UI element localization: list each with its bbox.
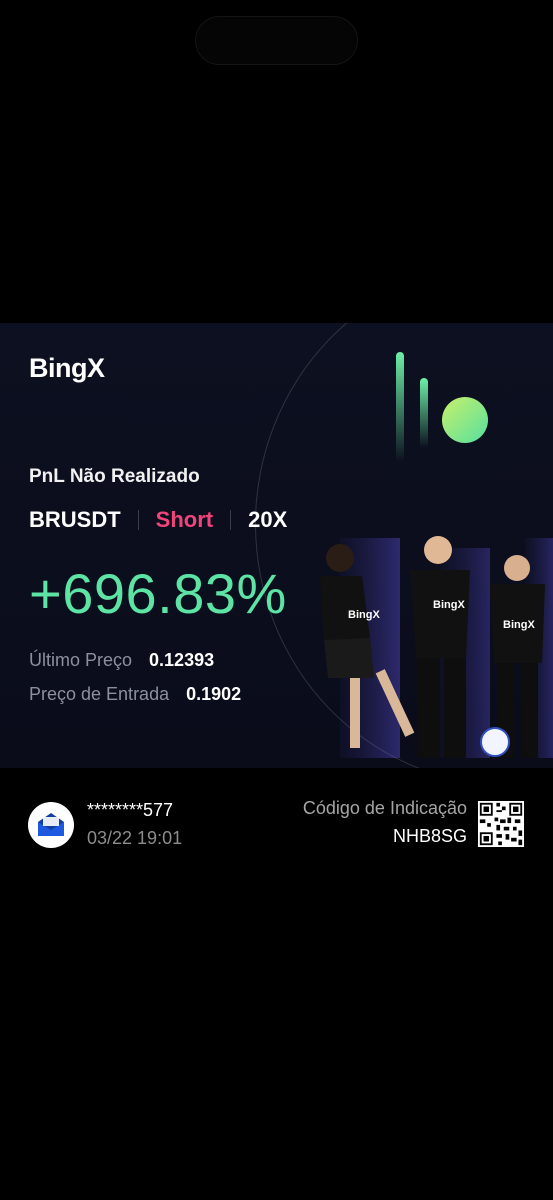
qr-code[interactable] xyxy=(478,801,524,847)
last-price-row: Último Preço 0.12393 xyxy=(29,650,214,671)
shirt-logo-text: BingX xyxy=(348,609,380,621)
divider xyxy=(137,510,139,530)
envelope-icon xyxy=(38,813,64,836)
last-price-label: Último Preço xyxy=(29,650,133,670)
brand-graphic-icon xyxy=(396,352,488,462)
pnl-label: PnL Não Realizado xyxy=(29,466,200,487)
trading-pair: BRUSDT xyxy=(29,507,121,532)
entry-price-label: Preço de Entrada xyxy=(29,684,170,704)
bingx-logo: BingX xyxy=(29,353,105,383)
referral-code: NHB8SG xyxy=(392,826,467,846)
pnl-share-card: BingX PnL Não Realizado BRUSDT Short 20X… xyxy=(0,323,553,768)
dynamic-island xyxy=(195,16,358,65)
position-summary: BRUSDT Short 20X xyxy=(29,507,287,533)
masked-user-id: ********577 xyxy=(87,800,174,820)
share-date: 03/22 19:01 xyxy=(87,828,183,848)
position-side: Short xyxy=(155,507,214,532)
leverage: 20X xyxy=(248,507,288,532)
last-price-value: 0.12393 xyxy=(149,650,215,670)
shirt-logo-text: BingX xyxy=(433,599,465,611)
divider xyxy=(230,510,232,530)
referral-code-label: Código de Indicação xyxy=(302,798,467,818)
entry-price-row: Preço de Entrada 0.1902 xyxy=(29,684,241,705)
shirt-logo-text: BingX xyxy=(503,619,535,631)
pnl-percentage: +696.83% xyxy=(29,562,287,625)
user-avatar xyxy=(28,802,74,848)
players-illustration: BingX BingX BingX xyxy=(320,536,553,758)
entry-price-value: 0.1902 xyxy=(186,684,242,704)
